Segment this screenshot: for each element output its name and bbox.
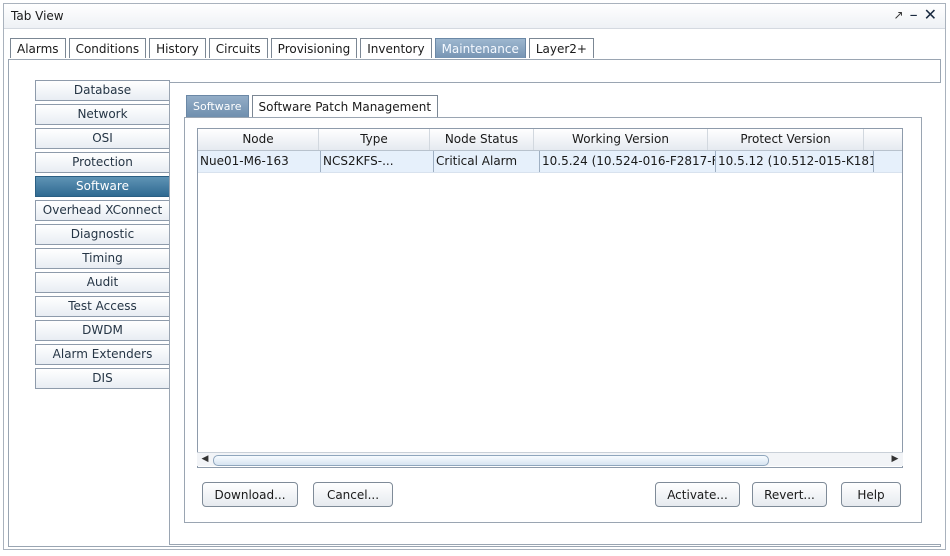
sidebar-item-diagnostic[interactable]: Diagnostic [35,224,170,245]
sidebar-item-audit[interactable]: Audit [35,272,170,293]
sidebar-item-network[interactable]: Network [35,104,170,125]
column-header-node[interactable]: Node [198,129,319,150]
window-title: Tab View [11,9,64,23]
cell-type: NCS2KFS-... [321,151,434,172]
sidebar-item-software[interactable]: Software [35,176,170,197]
sidebar-item-dis[interactable]: DIS [35,368,170,389]
revert-button[interactable]: Revert... [752,482,827,507]
window-controls: ↗ – ✕ [894,6,937,24]
sidebar-item-dwdm[interactable]: DWDM [35,320,170,341]
column-header-node-status[interactable]: Node Status [430,129,534,150]
activate-button[interactable]: Activate... [655,482,740,507]
title-bar: Tab View ↗ – ✕ [4,4,945,29]
subtab-software-patch-management[interactable]: Software Patch Management [251,95,439,117]
scroll-right-icon[interactable]: ▶ [889,454,901,465]
help-button[interactable]: Help [841,482,901,507]
tab-provisioning[interactable]: Provisioning [270,38,358,58]
column-header-protect-version[interactable]: Protect Version [708,129,864,150]
main-tab-bar: Alarms Conditions History Circuits Provi… [10,38,594,58]
tab-history[interactable]: History [149,38,206,58]
cancel-button[interactable]: Cancel... [313,482,393,507]
cell-protect-version: 10.5.12 (10.512-015-K1815-F... [716,151,874,172]
column-header-type[interactable]: Type [319,129,430,150]
scrollbar-thumb[interactable] [213,455,769,466]
sidebar-item-protection[interactable]: Protection [35,152,170,173]
cell-node-status: Critical Alarm [434,151,540,172]
sidebar-item-overhead-xconnect[interactable]: Overhead XConnect [35,200,170,221]
software-table: Node Type Node Status Working Version Pr… [197,128,903,468]
tab-circuits[interactable]: Circuits [208,38,268,58]
tab-layer2plus[interactable]: Layer2+ [528,38,594,58]
tab-conditions[interactable]: Conditions [68,38,147,58]
sidebar-item-alarm-extenders[interactable]: Alarm Extenders [35,344,170,365]
sidebar-item-database[interactable]: Database [35,80,170,101]
tab-view-window: Tab View ↗ – ✕ Alarms Conditions History… [3,3,946,550]
sub-tab-bar: Software Software Patch Management [186,95,439,117]
column-header-filler [864,129,902,150]
minimize-icon[interactable]: – [910,6,918,24]
close-icon[interactable]: ✕ [924,6,937,24]
cell-node: Nue01-M6-163 [198,151,321,172]
sidebar-item-test-access[interactable]: Test Access [35,296,170,317]
horizontal-scrollbar[interactable]: ◀ ▶ [197,452,903,466]
tab-inventory[interactable]: Inventory [360,38,432,58]
expand-icon[interactable]: ↗ [894,6,904,24]
table-row[interactable]: Nue01-M6-163 NCS2KFS-... Critical Alarm … [198,151,902,173]
cell-working-version: 10.5.24 (10.524-016-F2817-F... [540,151,716,172]
tab-alarms[interactable]: Alarms [10,38,66,58]
maintenance-sidebar: Database Network OSI Protection Software… [35,80,170,392]
software-inner-panel: Node Type Node Status Working Version Pr… [184,117,922,523]
subtab-software[interactable]: Software [186,95,249,117]
cell-filler [874,151,902,172]
sidebar-item-timing[interactable]: Timing [35,248,170,269]
tab-maintenance[interactable]: Maintenance [434,38,526,58]
sidebar-item-osi[interactable]: OSI [35,128,170,149]
maintenance-content: Database Network OSI Protection Software… [8,59,941,547]
table-header: Node Type Node Status Working Version Pr… [198,129,902,151]
download-button[interactable]: Download... [202,482,298,507]
scroll-left-icon[interactable]: ◀ [199,454,211,465]
column-header-working-version[interactable]: Working Version [534,129,708,150]
software-panel: Software Software Patch Management Node … [169,82,941,545]
